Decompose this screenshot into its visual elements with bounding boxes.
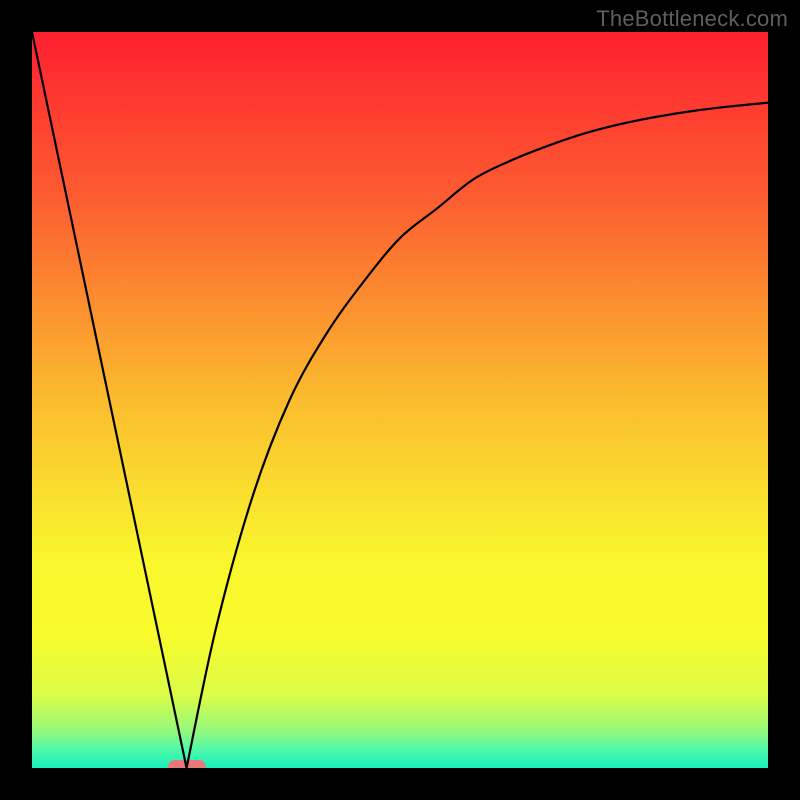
bottleneck-curve — [32, 32, 768, 768]
attribution-label: TheBottleneck.com — [596, 6, 788, 32]
plot-area — [32, 32, 768, 768]
chart-frame: TheBottleneck.com — [0, 0, 800, 800]
